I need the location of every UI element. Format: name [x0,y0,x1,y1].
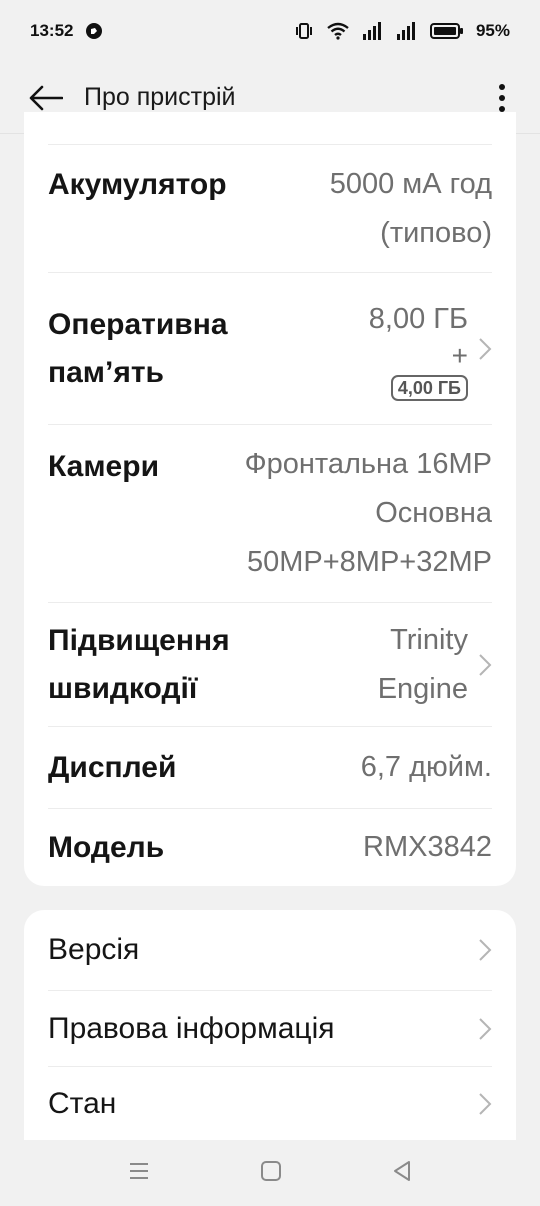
home-button[interactable] [260,1160,282,1187]
signal-icon-2 [396,22,418,40]
battery-percent: 95% [475,21,510,40]
chevron-right-icon [478,1017,492,1041]
link-label: Правова інформація [48,1011,335,1045]
chevron-right-icon [478,938,492,962]
spec-value: RMX3842 [363,831,492,863]
spec-row-performance[interactable]: Підвищення швидкодії Trinity Engine [48,602,492,726]
ram-extension-badge: 4,00 ГБ [390,374,468,401]
more-vertical-icon [499,83,505,112]
spec-value-line: Trinity [390,623,468,656]
spec-value-line: Engine [377,672,468,705]
spec-row-model: Модель RMX3842 [48,808,492,886]
spec-value-line: Основна [375,497,492,529]
links-card: Версія Правова інформація Стан [24,910,516,1140]
battery-icon [429,22,464,40]
spec-value: Trinity Engine [378,616,468,714]
link-row-version[interactable]: Версія [48,910,492,990]
wifi-icon [326,22,350,40]
menu-lines-icon [130,1162,148,1179]
spec-label: Дисплей [48,750,177,784]
spec-row-battery: Акумулятор 5000 мА год (типово) [48,144,492,272]
spec-label-line: Підвищення [48,623,230,657]
link-row-status[interactable]: Стан [48,1066,492,1140]
ram-plus: + [451,339,468,371]
spec-label-line: пам’ять [48,355,164,389]
spec-value: 8,00 ГБ + 4,00 ГБ [369,297,468,401]
spec-row-cameras: Камери Фронтальна 16MP Основна 50MP+8MP+… [48,424,492,602]
spec-value-line: (типово) [380,216,492,249]
triangle-back-icon [394,1160,410,1181]
page-title: Про пристрій [84,83,236,111]
status-time: 13:52 [30,21,74,40]
spec-value: Фронтальна 16MP Основна 50MP+8MP+32MP [245,440,492,587]
notification-icon [85,22,103,40]
chevron-right-icon [478,337,492,361]
spec-value-line: Фронтальна 16MP [244,448,492,480]
back-arrow-icon [29,85,63,110]
spec-row-display: Дисплей 6,7 дюйм. [48,726,492,808]
chevron-right-icon [478,653,492,677]
spec-label: Камери [48,450,160,483]
chevron-right-icon [478,1092,492,1116]
spec-label-line: Оперативна [48,307,228,341]
specs-card: Акумулятор 5000 мА год (типово) Оператив… [24,112,516,886]
signal-icon-1 [362,22,384,40]
system-nav-bar [0,1140,540,1206]
spec-value: 6,7 дюйм. [360,751,492,783]
ram-value: 8,00 ГБ [368,302,468,335]
link-label: Стан [48,1086,117,1120]
spec-row-ram[interactable]: Оперативна пам’ять 8,00 ГБ + 4,00 ГБ [48,272,492,424]
spec-label: Модель [48,830,165,864]
spec-label: Підвищення швидкодії [48,617,230,713]
link-row-legal[interactable]: Правова інформація [48,990,492,1066]
vibrate-icon [294,21,314,41]
spec-value: 5000 мА год (типово) [330,160,492,258]
recents-button[interactable] [128,1161,150,1186]
back-nav-button[interactable] [392,1160,412,1187]
status-bar: 13:52 95% [0,0,540,62]
spec-value-line: 50MP+8MP+32MP [246,546,492,578]
square-icon [261,1160,281,1181]
spec-label: Акумулятор [48,168,227,201]
link-label: Версія [48,933,140,966]
spec-value-line: 5000 мА год [329,167,492,200]
spec-label-line: швидкодії [48,671,198,705]
spec-label: Оперативна пам’ять [48,301,228,397]
